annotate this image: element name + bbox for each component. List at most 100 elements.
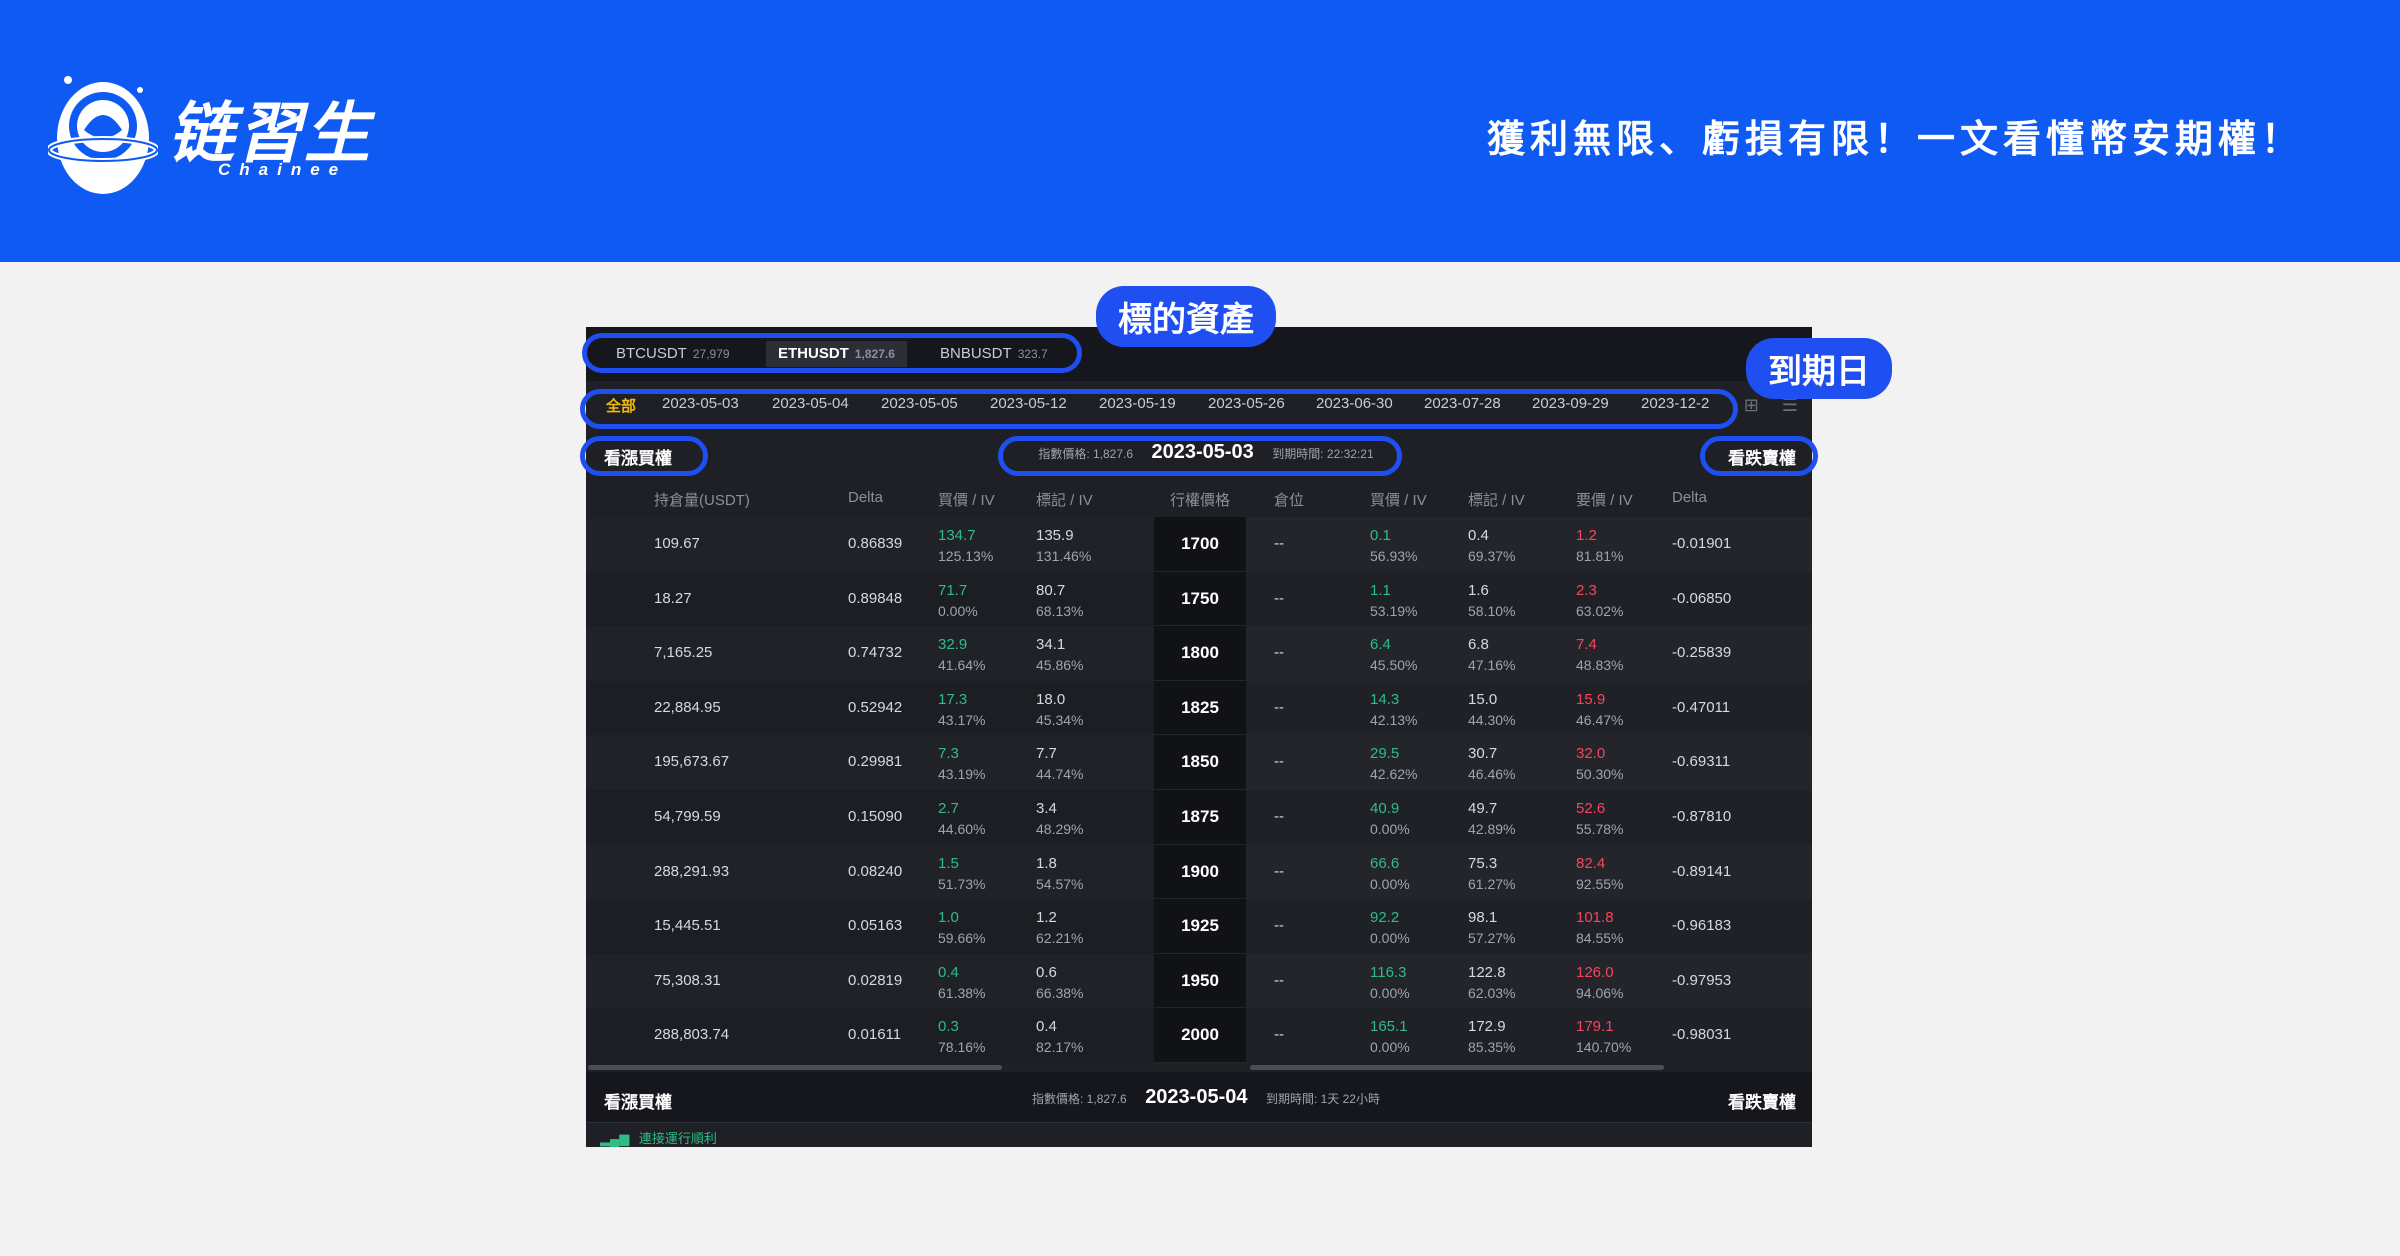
put-mark-iv: 47.16%: [1468, 657, 1516, 674]
bid-iv-cell[interactable]: 7.3 43.19%: [938, 743, 985, 785]
put-bid-iv-cell[interactable]: 14.3 42.13%: [1370, 689, 1417, 731]
ask-iv: 55.78%: [1576, 821, 1624, 837]
put-bid-iv-cell[interactable]: 92.2 0.00%: [1370, 907, 1410, 949]
ask-iv: 46.47%: [1576, 711, 1624, 728]
put-mark-price: 172.9: [1468, 1018, 1506, 1036]
strike-price-cell: 1750: [1154, 571, 1246, 627]
grid-view-icon[interactable]: ⊞: [1744, 395, 1759, 415]
expiry-info-highlight-outline: [998, 436, 1402, 476]
col-ask-iv: 要價 / IV: [1576, 492, 1633, 509]
col-put-mark-iv: 標記 / IV: [1468, 492, 1525, 509]
bid-iv-cell[interactable]: 1.5 51.73%: [938, 853, 985, 895]
put-delta-cell: -0.89141: [1672, 862, 1732, 880]
signal-bars-icon: ▂▄▆: [600, 1131, 630, 1146]
mark-iv: 68.13%: [1036, 602, 1084, 619]
put-bid-iv-cell[interactable]: 40.9 0.00%: [1370, 798, 1410, 840]
mark-iv-cell: 0.6 66.38%: [1036, 962, 1083, 1004]
put-mark-price: 98.1: [1468, 909, 1498, 927]
bid-iv: 43.17%: [938, 711, 986, 728]
put-bid-iv: 0.00%: [1370, 1039, 1410, 1056]
ask-iv-cell[interactable]: 32.0 50.30%: [1576, 743, 1623, 785]
put-mark-iv-cell: 172.9 85.35%: [1468, 1016, 1515, 1058]
put-bid-iv-cell[interactable]: 6.4 45.50%: [1370, 634, 1417, 676]
ask-iv-cell[interactable]: 1.2 81.81%: [1576, 525, 1623, 567]
ask-iv-cell[interactable]: 82.4 92.55%: [1576, 853, 1623, 895]
ask-iv-cell[interactable]: 52.6 55.78%: [1576, 798, 1623, 840]
put-bid-iv-cell[interactable]: 0.1 56.93%: [1370, 525, 1417, 567]
strike-price-cell: 1950: [1154, 953, 1246, 1009]
expiry-date: 2023-05-04: [1145, 1086, 1248, 1108]
holding-cell: --: [1274, 808, 1284, 825]
bid-iv-cell[interactable]: 0.3 78.16%: [938, 1016, 985, 1058]
col-put-bid-iv: 買價 / IV: [1370, 492, 1427, 509]
put-bid-iv-cell[interactable]: 29.5 42.62%: [1370, 743, 1417, 785]
mark-iv-cell: 1.2 62.21%: [1036, 907, 1083, 949]
put-bid-iv: 0.00%: [1370, 930, 1410, 947]
mark-iv: 48.29%: [1036, 821, 1084, 837]
bid-price: 1.5: [938, 854, 959, 872]
put-mark-price: 15.0: [1468, 690, 1498, 708]
mark-iv: 82.17%: [1036, 1039, 1084, 1056]
holding-cell: --: [1274, 644, 1284, 662]
bid-iv-cell[interactable]: 1.0 59.66%: [938, 907, 985, 949]
mark-price: 3.4: [1036, 800, 1057, 817]
ask-iv-cell[interactable]: 2.3 63.02%: [1576, 580, 1623, 622]
table-row[interactable]: 195,673.67 0.29981 7.3 43.19% 7.7 44.74% 1850 -…: [586, 735, 1812, 790]
bid-iv-cell[interactable]: 17.3 43.17%: [938, 689, 985, 731]
put-mark-iv-cell: 122.8 62.03%: [1468, 962, 1515, 1004]
table-row[interactable]: 7,165.25 0.74732 32.9 41.64% 34.1 45.86% 1800 -…: [586, 626, 1812, 681]
put-bid-iv-cell[interactable]: 1.1 53.19%: [1370, 580, 1417, 622]
ask-iv-cell[interactable]: 15.9 46.47%: [1576, 689, 1623, 731]
scroll-thumb-right[interactable]: [1250, 1065, 1664, 1070]
ask-iv: 84.55%: [1576, 930, 1624, 947]
table-row[interactable]: 54,799.59 0.15090 2.7 44.60% 3.4 48.29% 1875 --…: [586, 790, 1812, 845]
mark-price: 80.7: [1036, 581, 1066, 599]
table-row[interactable]: 18.27 0.89848 71.7 0.00% 80.7 68.13% 1750 -- 1.1…: [586, 571, 1812, 627]
put-bid-price: 116.3: [1370, 963, 1407, 981]
horizontal-scrollbar[interactable]: [586, 1063, 1812, 1071]
delta-cell: 0.74732: [848, 644, 903, 662]
bid-iv-cell[interactable]: 32.9 41.64%: [938, 634, 985, 676]
put-mark-iv-cell: 49.7 42.89%: [1468, 798, 1515, 840]
ask-price: 179.1: [1576, 1018, 1614, 1036]
bid-iv-cell[interactable]: 134.7 125.13%: [938, 525, 993, 567]
bid-iv-cell[interactable]: 2.7 44.60%: [938, 798, 985, 840]
put-bid-iv: 0.00%: [1370, 984, 1410, 1001]
table-row[interactable]: 288,291.93 0.08240 1.5 51.73% 1.8 54.57% 1900 -…: [586, 844, 1812, 900]
ask-price: 52.6: [1576, 800, 1606, 817]
ask-iv-cell[interactable]: 126.0 94.06%: [1576, 962, 1623, 1004]
bid-iv-cell[interactable]: 0.4 61.38%: [938, 962, 985, 1004]
bid-iv: 78.16%: [938, 1039, 986, 1056]
table-row[interactable]: 15,445.51 0.05163 1.0 59.66% 1.2 62.21% 1925 --…: [586, 899, 1812, 954]
ask-iv-cell[interactable]: 179.1 140.70%: [1576, 1016, 1631, 1058]
put-delta-cell: -0.47011: [1672, 698, 1731, 716]
put-delta-cell: -0.98031: [1672, 1026, 1732, 1044]
put-mark-iv-cell: 15.0 44.30%: [1468, 689, 1515, 731]
bid-iv: 44.60%: [938, 821, 986, 837]
call-label-highlight-outline: [580, 436, 708, 476]
put-bid-iv-cell[interactable]: 116.3 0.00%: [1370, 962, 1410, 1004]
ask-iv-cell[interactable]: 101.8 84.55%: [1576, 907, 1623, 949]
bid-iv: 41.64%: [938, 657, 986, 674]
strike-price-cell: 1800: [1154, 626, 1246, 681]
table-row[interactable]: 75,308.31 0.02819 0.4 61.38% 0.6 66.38% 1950 --…: [586, 953, 1812, 1009]
put-mark-iv: 42.89%: [1468, 821, 1516, 837]
table-row[interactable]: 109.67 0.86839 134.7 125.13% 135.9 131.46% 170…: [586, 517, 1812, 572]
mark-price: 1.8: [1036, 854, 1057, 872]
scroll-thumb-left[interactable]: [588, 1065, 1002, 1070]
put-bid-iv-cell[interactable]: 165.1 0.00%: [1370, 1016, 1410, 1058]
chainee-logo: 链習生 Chainee: [48, 60, 378, 200]
delta-cell: 0.89848: [848, 589, 903, 607]
ask-iv-cell[interactable]: 7.4 48.83%: [1576, 634, 1623, 676]
put-mark-iv-cell: 6.8 47.16%: [1468, 634, 1515, 676]
put-bid-price: 66.6: [1370, 854, 1400, 872]
delta-cell: 0.05163: [848, 917, 903, 935]
put-mark-iv: 85.35%: [1468, 1039, 1516, 1056]
table-row[interactable]: 288,803.74 0.01611 0.3 78.16% 0.4 82.17% 2000 -…: [586, 1008, 1812, 1063]
bid-iv: 61.38%: [938, 984, 986, 1001]
put-bid-price: 1.1: [1370, 581, 1391, 599]
strike-price-cell: 1850: [1154, 735, 1246, 790]
table-row[interactable]: 22,884.95 0.52942 17.3 43.17% 18.0 45.34% 1825…: [586, 680, 1812, 736]
put-bid-iv-cell[interactable]: 66.6 0.00%: [1370, 853, 1410, 895]
bid-iv-cell[interactable]: 71.7 0.00%: [938, 580, 978, 622]
